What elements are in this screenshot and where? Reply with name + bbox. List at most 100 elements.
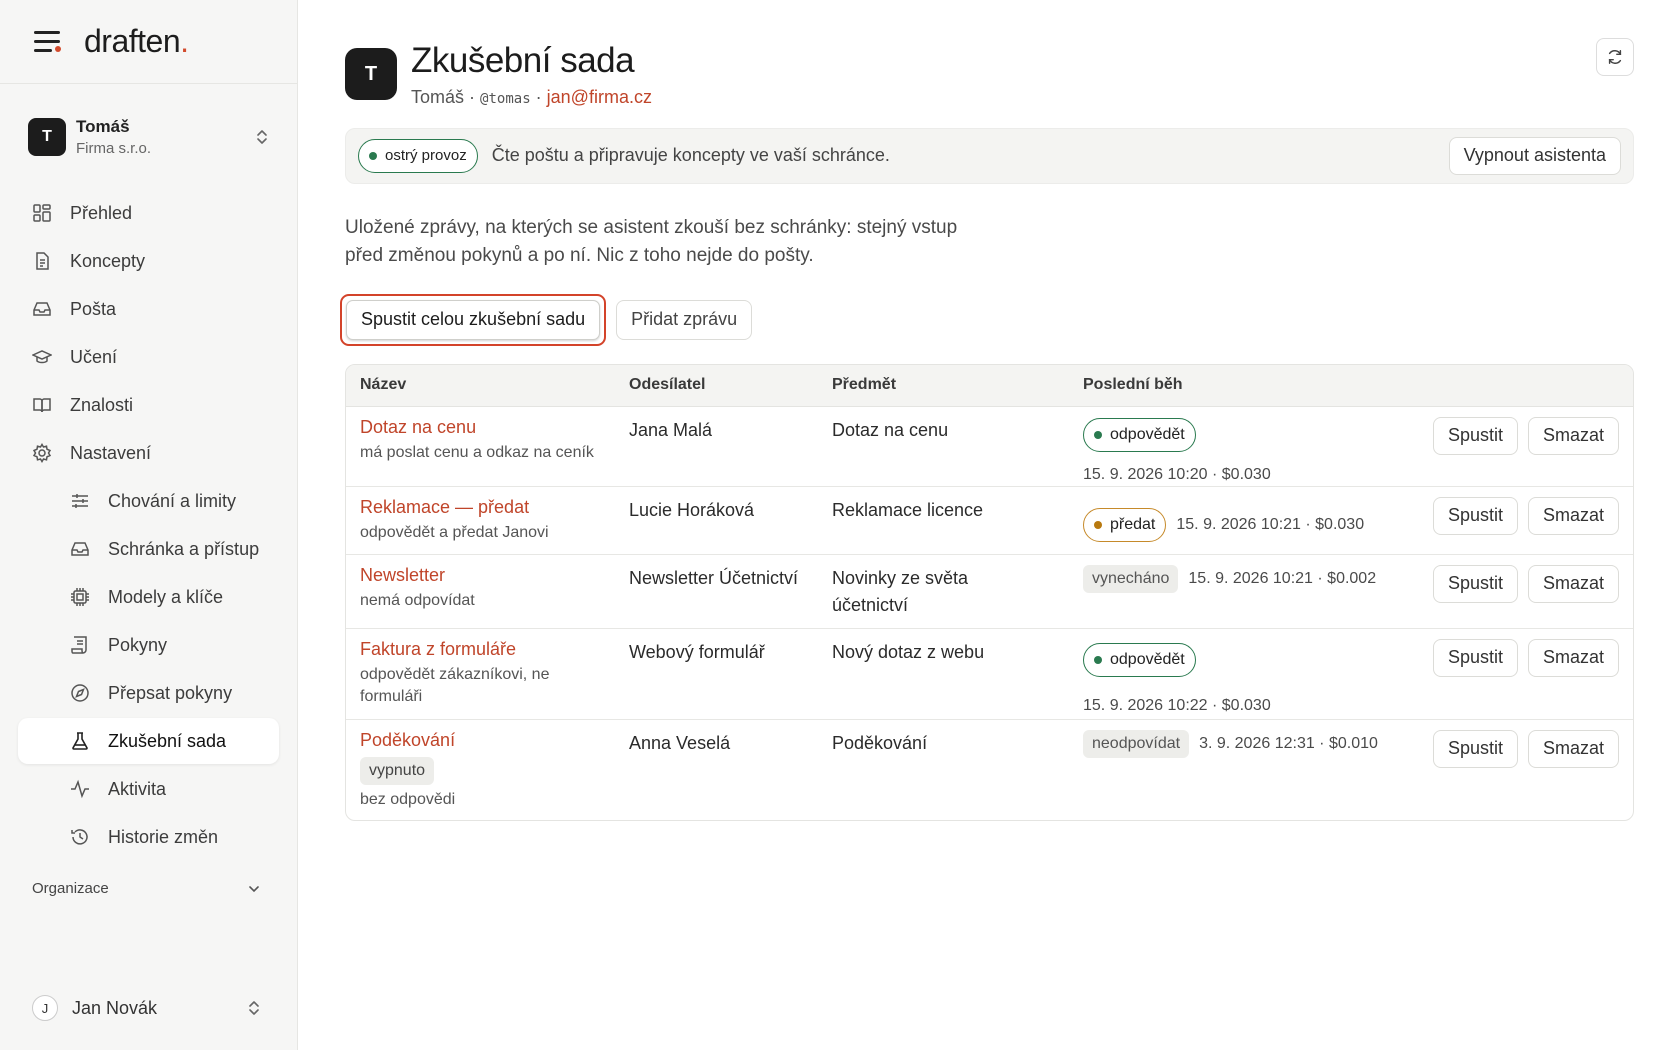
sidebar-item-koncepty[interactable]: Koncepty: [18, 238, 279, 284]
sidebar-item-label: Pošta: [70, 298, 117, 319]
sidebar-item-prepsat[interactable]: Přepsat pokyny: [18, 670, 279, 716]
test-note: nemá odpovídat: [360, 591, 475, 609]
column-header: Odesílatel: [629, 376, 706, 393]
delete-button[interactable]: Smazat: [1527, 416, 1619, 455]
sender: Webový formulář: [629, 641, 765, 662]
compass-icon: [71, 684, 89, 702]
sidebar-item-label: Koncepty: [70, 250, 146, 271]
logo: draften.: [84, 23, 189, 59]
dashboard-icon: [33, 204, 51, 222]
table-row: Poděkování vypnuto bez odpovědi Anna Ves…: [346, 720, 1633, 820]
sidebar-item-nastaveni[interactable]: Nastavení: [18, 430, 279, 476]
table-row: Reklamace — předat odpovědět a předat Ja…: [346, 487, 1633, 555]
delete-button[interactable]: Smazat: [1527, 729, 1619, 768]
sidebar-item-label: Modely a klíče: [108, 586, 224, 607]
account-avatar: T: [28, 118, 66, 156]
chevron-down-icon: [249, 885, 259, 892]
sidebar-item-aktivita[interactable]: Aktivita: [18, 766, 279, 812]
account-switcher[interactable]: T Tomáš Firma s.r.o.: [0, 84, 297, 190]
banner-text: Čte poštu a připravuje koncepty ve vaší …: [491, 145, 890, 165]
chevron-updown-icon: [249, 1001, 259, 1015]
graduation-cap-icon: [32, 350, 52, 364]
sidebar-item-chovani[interactable]: Chování a limity: [18, 478, 279, 524]
sidebar-item-zkusebni-sada[interactable]: Zkušební sada: [18, 718, 279, 764]
account-name: Tomáš: [76, 117, 130, 136]
user-menu[interactable]: J Jan Novák: [32, 988, 261, 1028]
sidebar-item-label: Chování a limity: [108, 490, 237, 511]
disabled-tag: vypnuto: [360, 756, 435, 785]
owner-name: Tomáš: [411, 86, 465, 107]
run-button[interactable]: Spustit: [1432, 496, 1518, 535]
inbox-icon: [71, 542, 89, 556]
add-message-button[interactable]: Přidat zprávu: [616, 299, 753, 340]
activity-icon: [71, 779, 89, 799]
owner-handle: @tomas: [480, 90, 531, 107]
chevron-updown-icon: [257, 130, 267, 144]
table-row: Faktura z formuláře odpovědět zákazníkov…: [346, 629, 1633, 720]
last-run-info: 15. 9. 2026 10:21 · $0.030: [1176, 516, 1365, 533]
sidebar-item-label: Historie změn: [108, 826, 219, 847]
status-badge: odpovědět: [1083, 642, 1196, 677]
owner-email[interactable]: jan@firma.cz: [547, 87, 652, 107]
test-title-link[interactable]: Reklamace — předat: [360, 497, 629, 518]
scroll-icon: [71, 636, 87, 654]
sender: Anna Veselá: [629, 732, 731, 753]
account-org: Firma s.r.o.: [76, 140, 152, 157]
status-badge: ostrý provoz: [358, 138, 478, 173]
test-note: má poslat cenu a odkaz na ceník: [360, 443, 594, 461]
subject: Dotaz na cenu: [832, 419, 949, 440]
sidebar-item-label: Učení: [70, 346, 118, 367]
table-row: Newsletter nemá odpovídat Newsletter Úče…: [346, 555, 1633, 629]
table-row: Dotaz na cenu má poslat cenu a odkaz na …: [346, 407, 1633, 487]
delete-button[interactable]: Smazat: [1527, 638, 1619, 677]
sidebar-item-label: Aktivita: [108, 778, 167, 799]
last-run-info: 15. 9. 2026 10:20 · $0.030: [1083, 466, 1271, 484]
delete-button[interactable]: Smazat: [1527, 496, 1619, 535]
sidebar-item-historie[interactable]: Historie změn: [18, 814, 279, 860]
sidebar-item-uceni[interactable]: Učení: [18, 334, 279, 380]
sliders-icon: [72, 494, 88, 508]
run-button[interactable]: Spustit: [1432, 416, 1518, 455]
test-title-link[interactable]: Poděkování: [360, 730, 629, 751]
test-note: odpovědět zákazníkovi, ne formuláři: [360, 665, 550, 705]
status-badge: odpovědět: [1083, 417, 1196, 452]
status-tag: vynecháno: [1083, 564, 1179, 593]
run-button[interactable]: Spustit: [1432, 729, 1518, 768]
sender: Lucie Horáková: [629, 499, 755, 520]
refresh-button[interactable]: [1596, 38, 1634, 76]
gear-icon: [32, 443, 52, 463]
run-all-button[interactable]: Spustit celou zkušební sadu: [346, 299, 601, 340]
sidebar-item-modely[interactable]: Modely a klíče: [18, 574, 279, 620]
sidebar-item-znalosti[interactable]: Znalosti: [18, 382, 279, 428]
user-name: Jan Novák: [72, 997, 158, 1018]
run-button[interactable]: Spustit: [1432, 638, 1518, 677]
test-note: bez odpovědi: [360, 790, 456, 808]
sidebar-item-label: Nastavení: [70, 442, 152, 463]
status-tag: neodpovídat: [1083, 729, 1190, 758]
inbox-icon: [33, 302, 51, 316]
sidebar: draften. T Tomáš Firma s.r.o. Přehled Ko…: [0, 0, 298, 1050]
page-meta: Tomáš · @tomas · jan@firma.cz: [411, 86, 652, 107]
delete-button[interactable]: Smazat: [1527, 564, 1619, 603]
assistant-status-banner: ostrý provoz Čte poštu a připravuje konc…: [345, 127, 1634, 184]
organizace-section-toggle[interactable]: Organizace: [0, 862, 297, 897]
menu-icon[interactable]: [34, 30, 61, 53]
main-content: T Zkušební sada Tomáš · @tomas · jan@fir…: [340, 0, 1634, 1050]
disable-assistant-button[interactable]: Vypnout asistenta: [1448, 136, 1621, 175]
sidebar-item-posta[interactable]: Pošta: [18, 286, 279, 332]
sidebar-item-label: Zkušební sada: [108, 730, 227, 751]
page-description: Uložené zprávy, na kterých se asistent z…: [345, 216, 958, 266]
chip-icon: [71, 588, 89, 606]
test-title-link[interactable]: Faktura z formuláře: [360, 639, 629, 660]
sidebar-item-prehled[interactable]: Přehled: [18, 190, 279, 236]
test-title-link[interactable]: Dotaz na cenu: [360, 417, 629, 438]
test-title-link[interactable]: Newsletter: [360, 565, 629, 586]
run-button[interactable]: Spustit: [1432, 564, 1518, 603]
sidebar-item-label: Znalosti: [70, 394, 134, 415]
sender: Jana Malá: [629, 419, 713, 440]
sidebar-item-pokyny[interactable]: Pokyny: [18, 622, 279, 668]
test-note: odpovědět a předat Janovi: [360, 523, 549, 541]
sidebar-item-schranka[interactable]: Schránka a přístup: [18, 526, 279, 572]
subject: Reklamace licence: [832, 499, 984, 520]
history-icon: [71, 829, 88, 845]
